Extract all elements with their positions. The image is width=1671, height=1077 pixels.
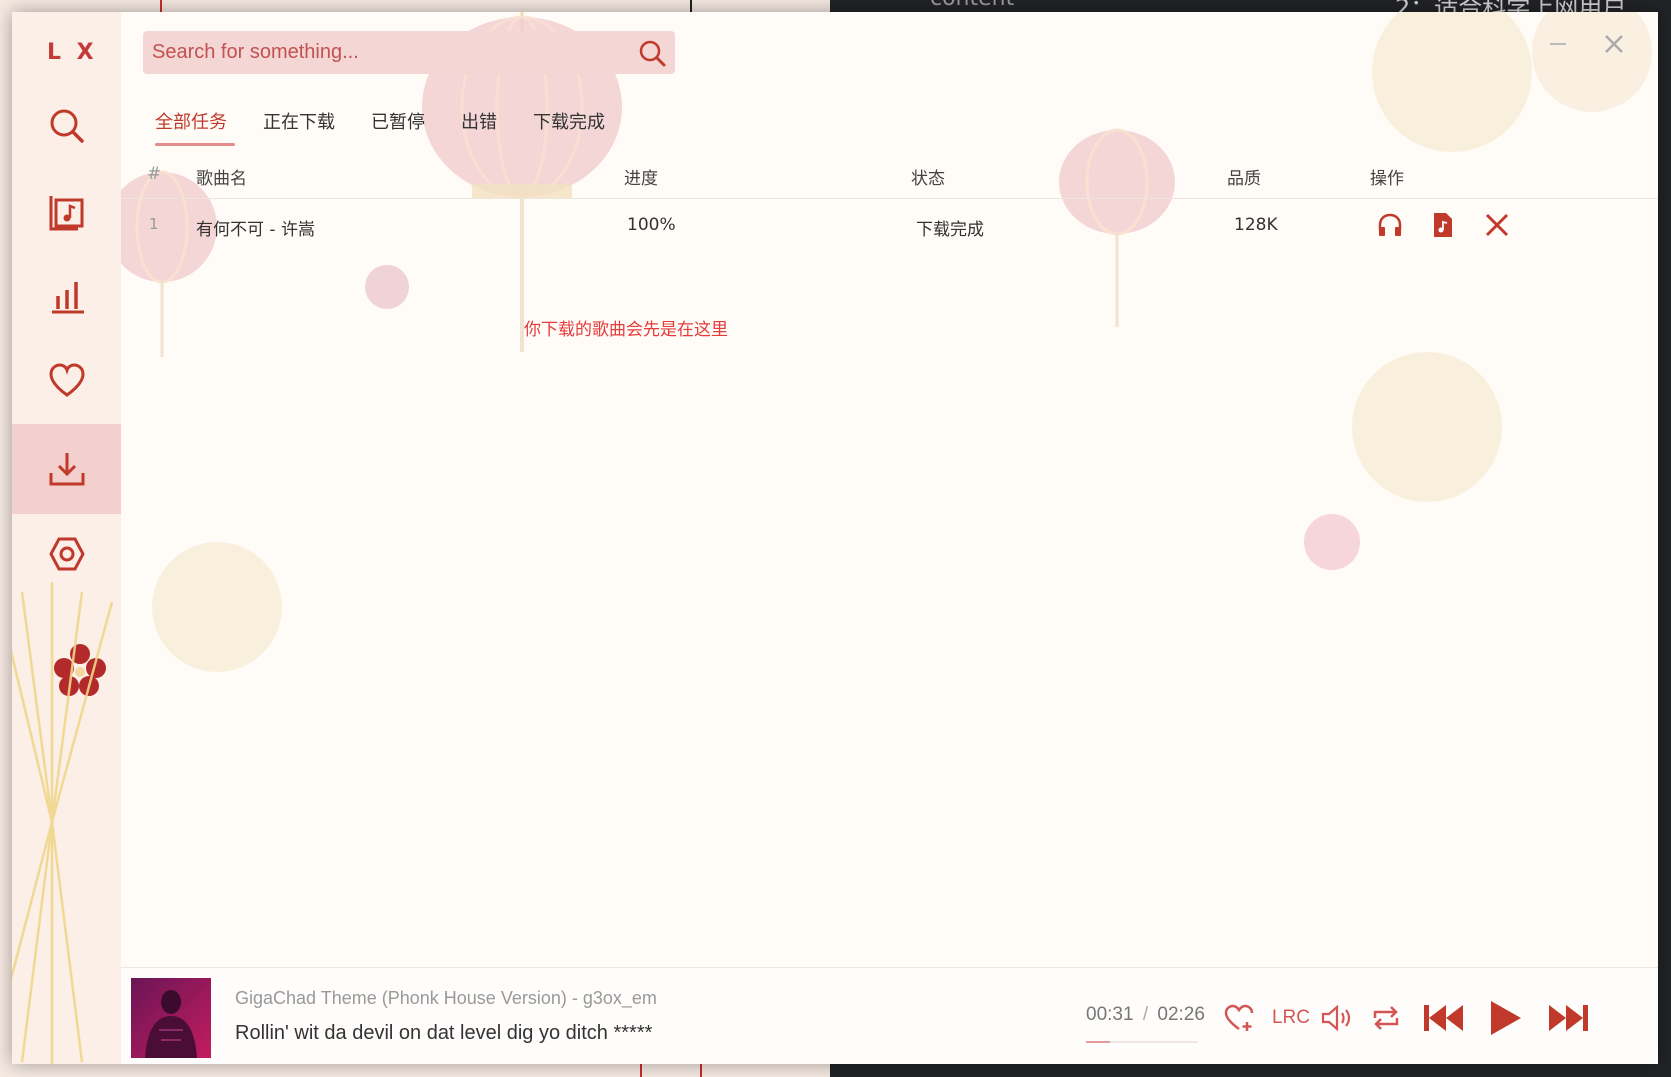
search-input[interactable] [143,31,622,74]
album-cover[interactable] [131,978,211,1058]
listen-headphones-icon[interactable] [1377,212,1403,238]
column-header-name: 歌曲名 [196,169,247,189]
leaderboard-icon [51,282,84,314]
sidebar-item-download[interactable] [12,424,121,514]
volume-icon [1321,1004,1351,1032]
table-header: # 歌曲名 进度 状态 品质 操作 [121,150,1658,199]
now-playing-title: GigaChad Theme (Phonk House Version) - g… [235,988,657,1008]
bg-text: content [930,0,1014,11]
sidebar-item-search[interactable] [12,81,121,171]
play-button[interactable] [1482,998,1528,1038]
close-window-icon[interactable] [1596,26,1632,62]
progress-bar[interactable] [1086,1041,1198,1043]
bg-decoration [160,0,162,12]
previous-icon [1424,1005,1463,1031]
flower-decoration [152,542,282,672]
settings-icon [48,537,85,571]
flower-decoration [1304,514,1360,570]
bg-decoration [690,0,692,12]
row-song-name: 有何不可 - 许嵩 [196,220,315,240]
tab-error[interactable]: 出错 [443,102,515,146]
player-bar: GigaChad Theme (Phonk House Version) - g… [121,967,1658,1064]
sidebar-item-song-list[interactable] [12,166,121,256]
progress-fill [1086,1041,1110,1043]
music-file-icon[interactable] [1432,211,1454,239]
delete-task-icon[interactable] [1483,211,1511,239]
minimize-icon[interactable] [1548,34,1568,54]
time-separator: / [1142,1004,1149,1025]
column-header-index: # [147,164,162,184]
next-icon [1549,1005,1588,1031]
previous-track-button[interactable] [1420,998,1466,1038]
lrc-label: LRC [1271,1007,1310,1028]
tab-paused[interactable]: 已暂停 [353,102,443,146]
column-header-status: 状态 [911,169,945,189]
current-time: 00:31 [1086,1004,1134,1025]
flower-decoration [365,265,409,309]
play-icon [1491,1001,1521,1035]
repeat-icon [1373,1006,1399,1030]
search-bar [143,31,675,74]
sidebar: L X [12,12,121,1064]
volume-button[interactable] [1319,998,1355,1038]
download-tabs: 全部任务 正在下载 已暂停 出错 下载完成 [143,102,623,146]
now-playing-lyric: Rollin' wit da devil on dat level dig yo… [235,1022,653,1044]
tab-downloading[interactable]: 正在下载 [245,102,353,146]
row-progress: 100% [627,215,676,235]
search-icon [50,109,84,143]
row-quality: 128K [1234,215,1278,235]
playback-time: 00:31 / 02:26 [1086,1004,1205,1026]
search-icon[interactable] [637,38,667,68]
tab-all[interactable]: 全部任务 [143,102,245,146]
table-row[interactable]: 1 有何不可 - 许嵩 100% 下载完成 128K [121,200,1658,254]
heart-icon [48,363,85,397]
next-track-button[interactable] [1546,998,1592,1038]
sidebar-item-leaderboard[interactable] [12,251,121,341]
tab-completed[interactable]: 下载完成 [515,102,623,146]
column-header-progress: 进度 [624,169,658,189]
download-icon [49,453,84,486]
column-header-actions: 操作 [1370,169,1404,189]
row-index: 1 [149,215,159,233]
lyrics-button[interactable]: LRC [1271,998,1311,1038]
app-logo: L X [47,40,98,65]
repeat-mode-button[interactable] [1368,998,1404,1038]
heart-add-icon [1224,1004,1254,1031]
row-status: 下载完成 [916,220,984,240]
column-header-quality: 品质 [1227,169,1261,189]
favorite-button[interactable] [1222,998,1256,1038]
total-time: 02:26 [1157,1004,1205,1025]
flower-decoration [1352,352,1502,502]
app-window: L X Search for something... 全部任务 正在下载 已暂… [12,12,1658,1064]
hint-text: 你下载的歌曲会先是在这里 [524,320,728,340]
song-list-icon [49,196,83,231]
sidebar-item-favorites[interactable] [12,336,121,426]
